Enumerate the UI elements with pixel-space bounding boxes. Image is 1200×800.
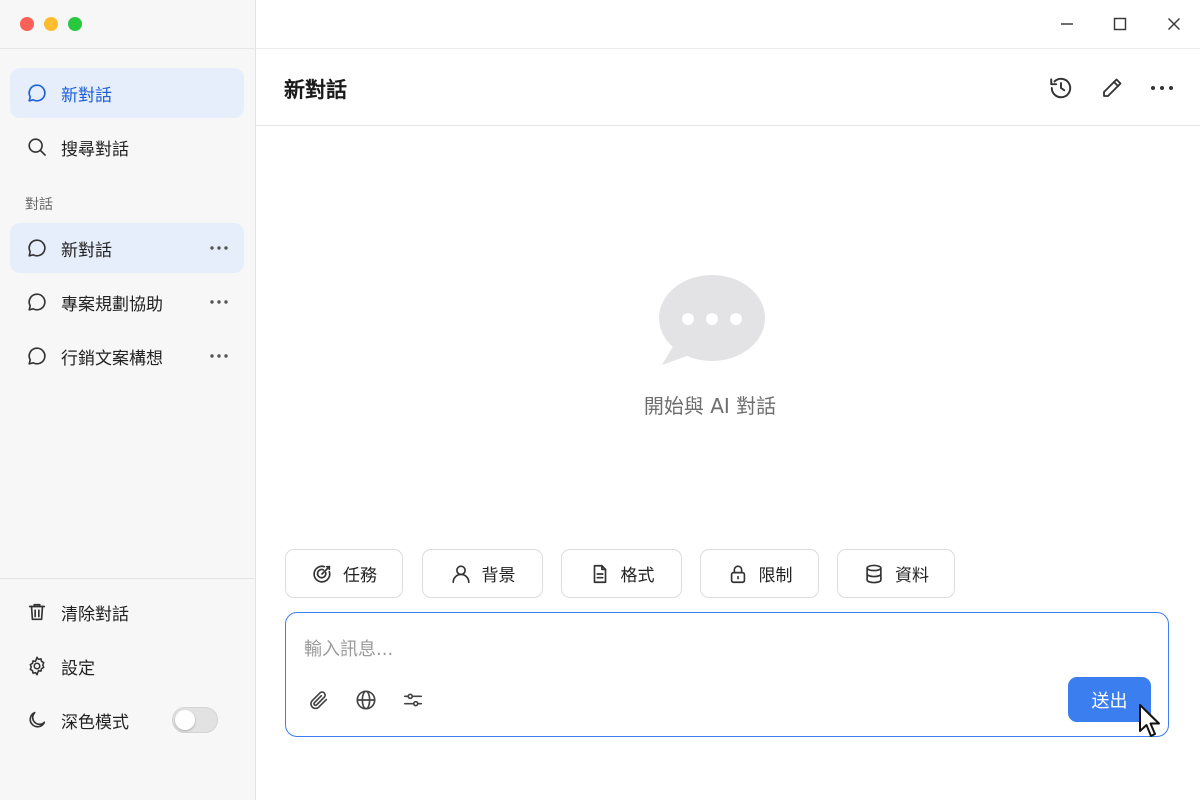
edit-button[interactable] (1099, 75, 1125, 101)
conversation-label: 專案規劃協助 (61, 294, 163, 315)
empty-chat-bubble-icon (657, 273, 767, 372)
chip-background[interactable]: 背景 (422, 549, 543, 598)
trash-icon (26, 601, 48, 623)
chip-format[interactable]: 格式 (561, 549, 682, 598)
globe-icon (356, 690, 376, 710)
history-icon (1050, 77, 1072, 99)
database-icon (863, 563, 885, 585)
settings-label: 設定 (61, 658, 95, 679)
minimize-button[interactable] (1055, 12, 1079, 36)
chip-task[interactable]: 任務 (285, 549, 403, 598)
divider (256, 48, 1200, 49)
lock-icon (727, 563, 749, 585)
section-title: 對話 (25, 197, 53, 213)
close-button[interactable] (1162, 12, 1186, 36)
dark-mode-label: 深色模式 (61, 712, 129, 733)
maximize-button[interactable] (1108, 12, 1132, 36)
history-button[interactable] (1048, 75, 1074, 101)
paperclip-icon (310, 691, 328, 710)
document-icon (589, 563, 611, 585)
message-input[interactable]: 輸入訊息... (304, 635, 393, 661)
more-horizontal-icon (1151, 86, 1173, 90)
target-icon (311, 563, 333, 585)
gear-icon (26, 655, 48, 677)
empty-state-text: 開始與 AI 對話 (643, 394, 777, 418)
conversation-label: 新對話 (61, 240, 112, 261)
conversation-label: 行銷文案構想 (61, 348, 163, 369)
new-chat-label: 新對話 (61, 85, 112, 106)
chip-label: 任務 (343, 566, 377, 586)
more-options-icon[interactable] (208, 291, 230, 313)
chip-label: 格式 (620, 566, 655, 586)
close-dot[interactable] (20, 17, 34, 31)
chip-label: 限制 (758, 566, 793, 586)
web-search-button[interactable] (354, 688, 378, 712)
maximize-icon (1113, 17, 1127, 31)
chip-data[interactable]: 資料 (837, 549, 955, 598)
attach-button[interactable] (307, 688, 331, 712)
minimize-dot[interactable] (44, 17, 58, 31)
divider (0, 48, 256, 49)
clear-chats-button[interactable]: 清除對話 (10, 587, 244, 637)
chip-label: 資料 (895, 566, 929, 586)
sidebar-item-conversation[interactable]: 行銷文案構想 (10, 331, 244, 381)
sidebar-item-conversation[interactable]: 新對話 (10, 223, 244, 273)
maximize-dot[interactable] (68, 17, 82, 31)
chip-label: 背景 (481, 566, 516, 586)
divider (256, 125, 1200, 126)
person-icon (450, 563, 472, 585)
toggle-knob (175, 710, 195, 730)
clear-chats-label: 清除對話 (61, 604, 129, 625)
dark-mode-toggle[interactable] (172, 707, 218, 733)
search-chats-label: 搜尋對話 (61, 139, 129, 160)
message-composer[interactable]: 輸入訊息... 送出 (285, 612, 1169, 737)
chat-bubble-icon (26, 82, 48, 104)
moon-icon (26, 709, 48, 731)
mouse-cursor-icon (1138, 703, 1162, 743)
search-chats-button[interactable]: 搜尋對話 (10, 122, 244, 172)
chat-bubble-icon (26, 345, 48, 367)
more-options-icon[interactable] (208, 237, 230, 259)
chat-bubble-icon (26, 237, 48, 259)
chat-bubble-icon (26, 291, 48, 313)
sliders-icon (403, 693, 423, 707)
sidebar: 新對話 搜尋對話 對話 新對話 專案規劃協助 行銷文案構想 清除對話 設定 深色… (0, 0, 256, 800)
more-options-button[interactable] (1149, 75, 1175, 101)
minimize-icon (1061, 23, 1073, 25)
page-title: 新對話 (284, 78, 347, 102)
window-traffic-lights (20, 17, 82, 31)
settings-button[interactable]: 設定 (10, 641, 244, 691)
pencil-icon (1103, 78, 1122, 97)
sidebar-item-conversation[interactable]: 專案規劃協助 (10, 277, 244, 327)
search-icon (26, 136, 48, 158)
new-chat-button[interactable]: 新對話 (10, 68, 244, 118)
adjust-settings-button[interactable] (401, 688, 425, 712)
chip-limits[interactable]: 限制 (700, 549, 819, 598)
dark-mode-row: 深色模式 (10, 695, 244, 745)
divider (0, 578, 256, 579)
more-options-icon[interactable] (208, 345, 230, 367)
close-icon (1168, 18, 1180, 30)
